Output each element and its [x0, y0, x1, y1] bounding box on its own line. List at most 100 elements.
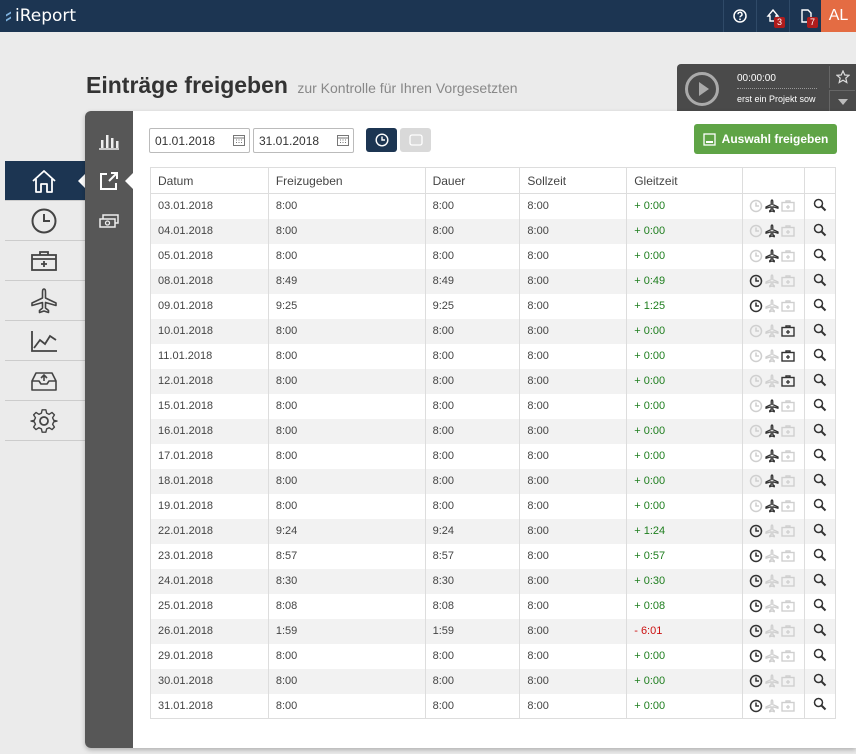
cell-details[interactable] [803, 218, 837, 244]
timer-project-hint[interactable]: erst ein Projekt sow [737, 94, 819, 104]
calendar-icon[interactable] [337, 134, 349, 146]
notifications-button[interactable]: 3 [756, 0, 788, 32]
nav-item-inbox[interactable] [5, 361, 85, 401]
table-row[interactable]: 16.01.2018 8:00 8:00 8:00 + 0:00 [150, 418, 837, 444]
table-row[interactable]: 23.01.2018 8:57 8:57 8:00 + 0:57 [150, 543, 837, 569]
column-header[interactable]: Freizugeben [267, 167, 426, 194]
documents-button[interactable]: 7 [789, 0, 821, 32]
table-row[interactable]: 26.01.2018 1:59 1:59 8:00- 6:01 [150, 618, 837, 644]
timer-dropdown-button[interactable] [829, 90, 855, 112]
column-header[interactable]: Datum [150, 167, 269, 194]
cell-target: 8:00 [519, 543, 628, 569]
magnifier-icon[interactable] [813, 573, 827, 587]
nav-item-time[interactable] [5, 201, 85, 241]
cell-details[interactable] [803, 343, 837, 369]
table-row[interactable]: 24.01.2018 8:30 8:30 8:00 + 0:30 [150, 568, 837, 594]
table-row[interactable]: 04.01.2018 8:00 8:00 8:00 + 0:00 [150, 218, 837, 244]
cell-duration: 8:00 [424, 193, 521, 219]
cell-details[interactable] [803, 593, 837, 619]
subnav-overview[interactable] [85, 123, 133, 159]
cell-entry-types [742, 443, 805, 469]
magnifier-icon[interactable] [813, 273, 827, 287]
user-avatar[interactable]: AL [821, 0, 856, 32]
table-row[interactable]: 30.01.2018 8:00 8:00 8:00 + 0:00 [150, 668, 837, 694]
nav-item-sick-leave[interactable] [5, 241, 85, 281]
table-row[interactable]: 11.01.2018 8:00 8:00 8:00 + 0:00 [150, 343, 837, 369]
magnifier-icon[interactable] [813, 198, 827, 212]
table-row[interactable]: 09.01.2018 9:25 9:25 8:00 + 1:25 [150, 293, 837, 319]
help-button[interactable] [723, 0, 755, 32]
nav-item-vacation[interactable] [5, 281, 85, 321]
cell-details[interactable] [803, 468, 837, 494]
cell-details[interactable] [803, 518, 837, 544]
magnifier-icon[interactable] [813, 598, 827, 612]
nav-item-home[interactable] [5, 161, 86, 201]
cell-details[interactable] [803, 543, 837, 569]
magnifier-icon[interactable] [813, 223, 827, 237]
magnifier-icon[interactable] [813, 673, 827, 687]
cell-details[interactable] [803, 693, 837, 719]
magnifier-icon[interactable] [813, 498, 827, 512]
cell-details[interactable] [803, 318, 837, 344]
table-row[interactable]: 18.01.2018 8:00 8:00 8:00 + 0:00 [150, 468, 837, 494]
magnifier-icon[interactable] [813, 523, 827, 537]
column-header[interactable]: Dauer [424, 167, 521, 194]
magnifier-icon[interactable] [813, 648, 827, 662]
cell-details[interactable] [803, 668, 837, 694]
play-button[interactable] [685, 72, 719, 106]
favorite-button[interactable] [829, 66, 855, 88]
magnifier-icon[interactable] [813, 298, 827, 312]
magnifier-icon[interactable] [813, 548, 827, 562]
cell-details[interactable] [803, 493, 837, 519]
table-row[interactable]: 05.01.2018 8:00 8:00 8:00 + 0:00 [150, 243, 837, 269]
date-from-input[interactable]: 01.01.2018 [149, 128, 250, 153]
table-row[interactable]: 29.01.2018 8:00 8:00 8:00 + 0:00 [150, 643, 837, 669]
cell-details[interactable] [803, 643, 837, 669]
column-header[interactable]: Sollzeit [519, 167, 628, 194]
cell-details[interactable] [803, 568, 837, 594]
app-logo[interactable]: iReport [6, 6, 76, 26]
magnifier-icon[interactable] [813, 448, 827, 462]
cell-details[interactable] [803, 443, 837, 469]
date-to-input[interactable]: 31.01.2018 [253, 128, 354, 153]
cell-details[interactable] [803, 618, 837, 644]
table-row[interactable]: 19.01.2018 8:00 8:00 8:00 + 0:00 [150, 493, 837, 519]
table-row[interactable]: 25.01.2018 8:08 8:08 8:00 + 0:08 [150, 593, 837, 619]
table-row[interactable]: 31.01.2018 8:00 8:00 8:00 + 0:00 [150, 693, 837, 719]
cell-duration: 9:24 [424, 518, 521, 544]
cell-details[interactable] [803, 293, 837, 319]
calendar-icon[interactable] [233, 134, 245, 146]
magnifier-icon[interactable] [813, 248, 827, 262]
cell-details[interactable] [803, 243, 837, 269]
cell-details[interactable] [803, 393, 837, 419]
magnifier-icon[interactable] [813, 398, 827, 412]
cell-target: 8:00 [519, 293, 628, 319]
subnav-expenses[interactable] [85, 203, 133, 239]
table-row[interactable]: 12.01.2018 8:00 8:00 8:00 + 0:00 [150, 368, 837, 394]
cell-details[interactable] [803, 193, 837, 219]
table-row[interactable]: 03.01.2018 8:00 8:00 8:00 + 0:00 [150, 193, 837, 219]
sheet-view-toggle[interactable] [400, 128, 431, 152]
subnav-release[interactable] [85, 163, 133, 199]
release-selection-button[interactable]: Auswahl freigeben [694, 124, 837, 154]
magnifier-icon[interactable] [813, 697, 827, 711]
clock-icon [749, 649, 763, 663]
table-row[interactable]: 08.01.2018 8:49 8:49 8:00 + 0:49 [150, 268, 837, 294]
table-row[interactable]: 22.01.2018 9:24 9:24 8:00 + 1:24 [150, 518, 837, 544]
cell-details[interactable] [803, 418, 837, 444]
magnifier-icon[interactable] [813, 323, 827, 337]
nav-item-reports[interactable] [5, 321, 85, 361]
column-header[interactable]: Gleitzeit [626, 167, 744, 194]
magnifier-icon[interactable] [813, 473, 827, 487]
table-row[interactable]: 10.01.2018 8:00 8:00 8:00 + 0:00 [150, 318, 837, 344]
table-row[interactable]: 17.01.2018 8:00 8:00 8:00 + 0:00 [150, 443, 837, 469]
cell-details[interactable] [803, 368, 837, 394]
cell-details[interactable] [803, 268, 837, 294]
time-view-toggle[interactable] [366, 128, 397, 152]
magnifier-icon[interactable] [813, 373, 827, 387]
magnifier-icon[interactable] [813, 623, 827, 637]
table-row[interactable]: 15.01.2018 8:00 8:00 8:00 + 0:00 [150, 393, 837, 419]
nav-item-settings[interactable] [5, 401, 85, 441]
magnifier-icon[interactable] [813, 348, 827, 362]
magnifier-icon[interactable] [813, 423, 827, 437]
